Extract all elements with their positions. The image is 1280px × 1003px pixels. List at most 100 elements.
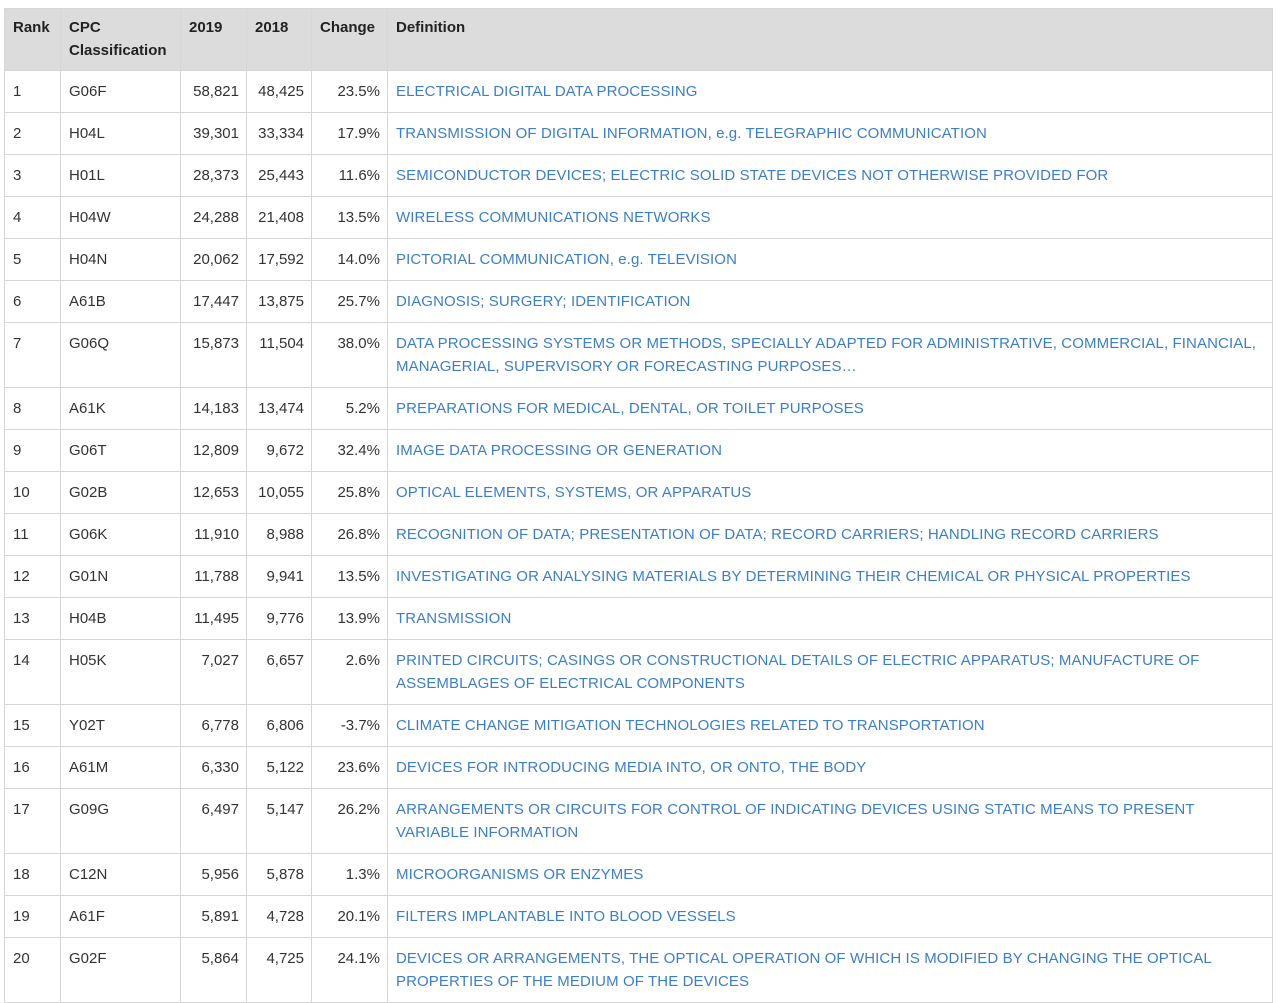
table-row: 13 H04B 11,495 9,776 13.9% TRANSMISSION	[4, 597, 1273, 640]
cell-rank: 6	[4, 280, 61, 323]
cell-count-2018: 9,941	[246, 555, 312, 598]
cell-definition: WIRELESS COMMUNICATIONS NETWORKS	[387, 196, 1273, 239]
table-row: 16 A61M 6,330 5,122 23.6% DEVICES FOR INTRODU…	[4, 746, 1273, 789]
definition-link[interactable]: DIAGNOSIS; SURGERY; IDENTIFICATION	[396, 293, 690, 310]
table-row: 19 A61F 5,891 4,728 20.1% FILTERS IMPLANTABLE…	[4, 895, 1273, 938]
definition-link[interactable]: IMAGE DATA PROCESSING OR GENERATION	[396, 442, 722, 459]
cell-rank: 18	[4, 853, 61, 896]
cell-count-2018: 5,122	[246, 746, 312, 789]
cell-change: 17.9%	[311, 112, 388, 155]
cell-definition: ARRANGEMENTS OR CIRCUITS FOR CONTROL OF …	[387, 788, 1273, 854]
cell-definition: CLIMATE CHANGE MITIGATION TECHNOLOGIES R…	[387, 704, 1273, 747]
cell-rank: 2	[4, 112, 61, 155]
cell-count-2019: 17,447	[180, 280, 247, 323]
header-cpc-line2: Classification	[69, 42, 167, 59]
table-row: 18 C12N 5,956 5,878 1.3% MICROORGANISMS OR EN…	[4, 853, 1273, 896]
cell-definition: MICROORGANISMS OR ENZYMES	[387, 853, 1273, 896]
cell-change: 13.5%	[311, 196, 388, 239]
cell-cpc-code: G02B	[60, 471, 181, 514]
cell-cpc-code: G09G	[60, 788, 181, 854]
definition-link[interactable]: DEVICES OR ARRANGEMENTS, THE OPTICAL OPE…	[396, 950, 1211, 990]
definition-link[interactable]: PRINTED CIRCUITS; CASINGS OR CONSTRUCTIO…	[396, 652, 1199, 692]
cell-count-2018: 6,657	[246, 639, 312, 705]
cell-count-2018: 21,408	[246, 196, 312, 239]
definition-link[interactable]: SEMICONDUCTOR DEVICES; ELECTRIC SOLID ST…	[396, 167, 1108, 184]
cell-definition: SEMICONDUCTOR DEVICES; ELECTRIC SOLID ST…	[387, 154, 1273, 197]
cpc-ranking-table-container: Rank CPC Classification 2019 2018 Change …	[4, 8, 1273, 1003]
cell-definition: INVESTIGATING OR ANALYSING MATERIALS BY …	[387, 555, 1273, 598]
table-row: 12 G01N 11,788 9,941 13.5% INVESTIGATING OR A…	[4, 555, 1273, 598]
table-body: 1 G06F 58,821 48,425 23.5% ELECTRICAL DIGITAL…	[4, 70, 1273, 1003]
cell-cpc-code: G06F	[60, 70, 181, 113]
cell-count-2019: 11,788	[180, 555, 247, 598]
cell-count-2019: 6,497	[180, 788, 247, 854]
definition-link[interactable]: FILTERS IMPLANTABLE INTO BLOOD VESSELS	[396, 908, 736, 925]
definition-link[interactable]: TRANSMISSION	[396, 610, 511, 627]
definition-link[interactable]: INVESTIGATING OR ANALYSING MATERIALS BY …	[396, 568, 1191, 585]
cpc-ranking-table: Rank CPC Classification 2019 2018 Change …	[4, 8, 1273, 1003]
cell-rank: 13	[4, 597, 61, 640]
definition-link[interactable]: MICROORGANISMS OR ENZYMES	[396, 866, 644, 883]
cell-definition: PICTORIAL COMMUNICATION, e.g. TELEVISION	[387, 238, 1273, 281]
cell-cpc-code: H04L	[60, 112, 181, 155]
definition-link[interactable]: ARRANGEMENTS OR CIRCUITS FOR CONTROL OF …	[396, 801, 1194, 841]
cell-definition: IMAGE DATA PROCESSING OR GENERATION	[387, 429, 1273, 472]
table-row: 15 Y02T 6,778 6,806 -3.7% CLIMATE CHANGE MITI…	[4, 704, 1273, 747]
cell-change: 14.0%	[311, 238, 388, 281]
cell-count-2019: 5,956	[180, 853, 247, 896]
definition-link[interactable]: PREPARATIONS FOR MEDICAL, DENTAL, OR TOI…	[396, 400, 864, 417]
cell-count-2019: 5,891	[180, 895, 247, 938]
cell-count-2019: 12,653	[180, 471, 247, 514]
cell-count-2019: 7,027	[180, 639, 247, 705]
definition-link[interactable]: ELECTRICAL DIGITAL DATA PROCESSING	[396, 83, 698, 100]
definition-link[interactable]: RECOGNITION OF DATA; PRESENTATION OF DAT…	[396, 526, 1159, 543]
table-row: 17 G09G 6,497 5,147 26.2% ARRANGEMENTS OR CIR…	[4, 788, 1273, 854]
table-header: Rank CPC Classification 2019 2018 Change …	[4, 8, 1273, 71]
cell-cpc-code: G06Q	[60, 322, 181, 388]
cell-change: -3.7%	[311, 704, 388, 747]
cell-change: 25.8%	[311, 471, 388, 514]
cell-rank: 20	[4, 937, 61, 1003]
cell-cpc-code: H04W	[60, 196, 181, 239]
cell-definition: PREPARATIONS FOR MEDICAL, DENTAL, OR TOI…	[387, 387, 1273, 430]
definition-link[interactable]: DEVICES FOR INTRODUCING MEDIA INTO, OR O…	[396, 759, 866, 776]
cell-change: 11.6%	[311, 154, 388, 197]
cell-rank: 15	[4, 704, 61, 747]
cell-cpc-code: G06T	[60, 429, 181, 472]
definition-link[interactable]: DATA PROCESSING SYSTEMS OR METHODS, SPEC…	[396, 335, 1256, 375]
cell-definition: PRINTED CIRCUITS; CASINGS OR CONSTRUCTIO…	[387, 639, 1273, 705]
cell-count-2019: 20,062	[180, 238, 247, 281]
cell-rank: 16	[4, 746, 61, 789]
cell-definition: ELECTRICAL DIGITAL DATA PROCESSING	[387, 70, 1273, 113]
table-row: 14 H05K 7,027 6,657 2.6% PRINTED CIRCUITS; CA…	[4, 639, 1273, 705]
cell-change: 24.1%	[311, 937, 388, 1003]
cell-change: 32.4%	[311, 429, 388, 472]
cell-cpc-code: A61F	[60, 895, 181, 938]
definition-link[interactable]: TRANSMISSION OF DIGITAL INFORMATION, e.g…	[396, 125, 987, 142]
cell-count-2018: 11,504	[246, 322, 312, 388]
table-row: 8 A61K 14,183 13,474 5.2% PREPARATIONS FOR ME…	[4, 387, 1273, 430]
cell-count-2019: 15,873	[180, 322, 247, 388]
cell-change: 20.1%	[311, 895, 388, 938]
cell-rank: 14	[4, 639, 61, 705]
definition-link[interactable]: CLIMATE CHANGE MITIGATION TECHNOLOGIES R…	[396, 717, 985, 734]
table-row: 1 G06F 58,821 48,425 23.5% ELECTRICAL DIGITAL…	[4, 70, 1273, 113]
definition-link[interactable]: WIRELESS COMMUNICATIONS NETWORKS	[396, 209, 711, 226]
cell-count-2018: 9,776	[246, 597, 312, 640]
definition-link[interactable]: OPTICAL ELEMENTS, SYSTEMS, OR APPARATUS	[396, 484, 751, 501]
cell-cpc-code: A61B	[60, 280, 181, 323]
cell-count-2018: 9,672	[246, 429, 312, 472]
header-rank: Rank	[4, 8, 61, 71]
cell-count-2019: 5,864	[180, 937, 247, 1003]
cell-count-2019: 28,373	[180, 154, 247, 197]
cell-rank: 1	[4, 70, 61, 113]
cell-rank: 17	[4, 788, 61, 854]
table-row: 3 H01L 28,373 25,443 11.6% SEMICONDUCTOR DEVI…	[4, 154, 1273, 197]
cell-definition: TRANSMISSION	[387, 597, 1273, 640]
cell-cpc-code: H04N	[60, 238, 181, 281]
cell-rank: 8	[4, 387, 61, 430]
cell-change: 23.6%	[311, 746, 388, 789]
cell-count-2018: 48,425	[246, 70, 312, 113]
cell-rank: 12	[4, 555, 61, 598]
definition-link[interactable]: PICTORIAL COMMUNICATION, e.g. TELEVISION	[396, 251, 737, 268]
